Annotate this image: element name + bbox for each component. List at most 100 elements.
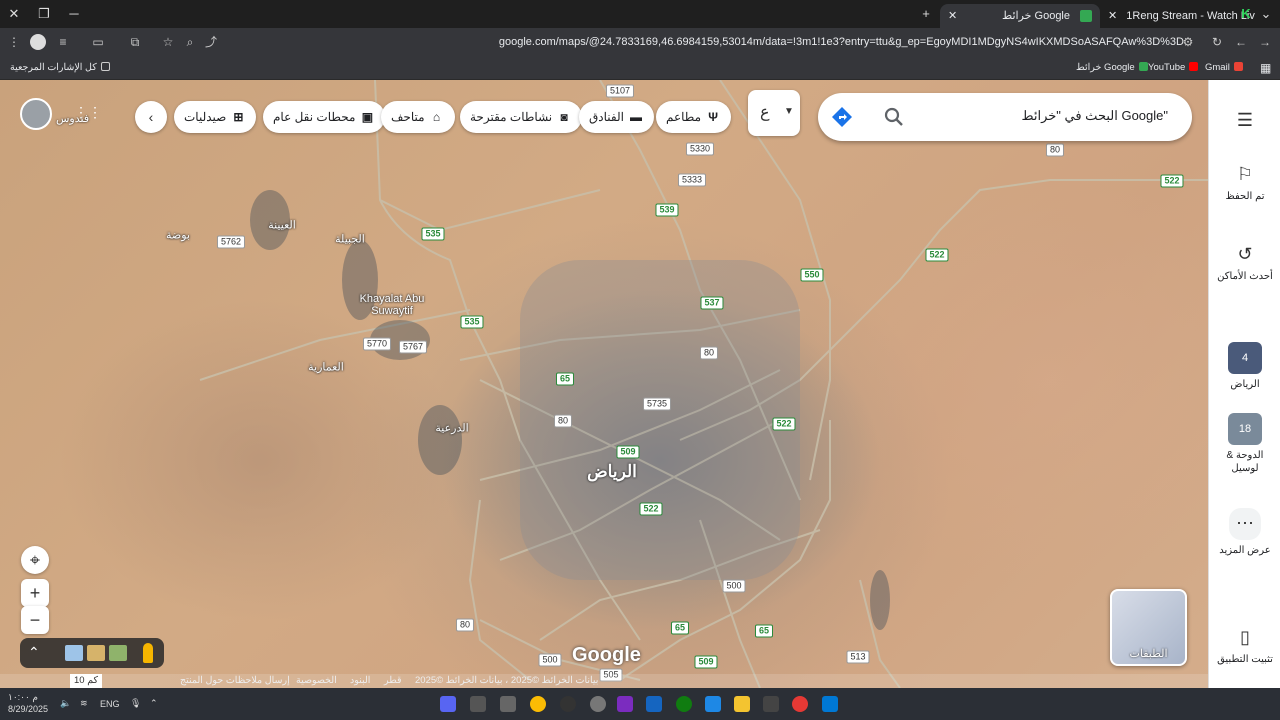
tab-close-icon[interactable]: ✕: [1108, 10, 1117, 22]
language-toggle[interactable]: ع ▼: [748, 90, 800, 136]
app-icon[interactable]: [470, 696, 486, 712]
terrain-layer-thumb[interactable]: [65, 645, 83, 661]
grid-icon[interactable]: ▦: [1260, 60, 1271, 76]
place-bawdah[interactable]: بوضة: [166, 229, 190, 242]
app-icon[interactable]: [646, 696, 662, 712]
menu-kebab-icon[interactable]: ⋮: [6, 34, 22, 50]
pegman-icon[interactable]: [143, 643, 153, 663]
language-indicator[interactable]: ENG: [100, 699, 120, 709]
mic-icon[interactable]: 🎙: [130, 698, 141, 709]
new-tab-icon[interactable]: +: [918, 6, 934, 22]
riyadh-thumb: 4: [1228, 342, 1262, 374]
recent-doha[interactable]: 18 الدوحة & لوسيل: [1209, 413, 1280, 475]
search-box[interactable]: البحث في "خرائط Google": [818, 93, 1192, 141]
start-icon[interactable]: [822, 696, 838, 712]
my-location-button[interactable]: ⌖: [21, 546, 49, 574]
app-icon[interactable]: [763, 696, 779, 712]
place-diriyah[interactable]: الدرعية: [435, 422, 468, 435]
tab-google-maps[interactable]: ✕ خرائط Google: [940, 4, 1100, 28]
chip-restaurants[interactable]: Ψ مطاعم: [656, 101, 732, 133]
all-bookmarks[interactable]: كل الإشارات المرجعية: [10, 60, 114, 76]
menu-button[interactable]: ☰: [1209, 108, 1280, 136]
app-icon[interactable]: [590, 696, 606, 712]
wifi-icon[interactable]: ≋: [80, 698, 88, 709]
recent-button[interactable]: ↺ أحدث الأماكن: [1209, 242, 1280, 283]
back-icon[interactable]: ←: [1233, 34, 1249, 50]
doha-thumb: 18: [1228, 413, 1262, 445]
app-icon[interactable]: [560, 696, 576, 712]
puzzle-icon[interactable]: ⧉: [127, 34, 143, 50]
gmail-icon: [1233, 62, 1243, 71]
directions-icon[interactable]: [830, 105, 854, 129]
scale-bar[interactable]: 10 كم: [70, 674, 103, 688]
satellite-map[interactable]: الرياض Khayalat Abu Suwaytif العيينة الج…: [0, 80, 1208, 688]
extensions-icon[interactable]: ≡: [55, 34, 71, 50]
place-ammariyah[interactable]: العمارية: [308, 361, 344, 374]
search-icon[interactable]: [882, 105, 906, 129]
chip-hotels[interactable]: ▬ الفنادق: [579, 101, 654, 133]
road-shield: 5762: [216, 235, 246, 249]
chip-transit[interactable]: ▣ محطات نقل عام: [263, 101, 386, 133]
minimize-icon[interactable]: ─: [66, 6, 82, 22]
terms-link[interactable]: البنود: [350, 674, 370, 688]
road-shield: 5333: [677, 173, 707, 187]
tab-close-icon[interactable]: ✕: [948, 10, 957, 22]
chips-scroll-arrow[interactable]: ‹: [135, 101, 167, 133]
file-explorer-icon[interactable]: [734, 696, 750, 712]
title-bar: ✕ ❐ ─ + ✕ خرائط Google ✕ 1Reng Stream - …: [0, 0, 1280, 28]
bookmark-label: YouTube: [1148, 62, 1186, 73]
traffic-layer-thumb[interactable]: [87, 645, 105, 661]
app-icon[interactable]: [500, 696, 516, 712]
chip-pharmacies[interactable]: ⊞ صيدليات: [174, 101, 257, 133]
forward-icon[interactable]: →: [1257, 34, 1273, 50]
road-shield: 539: [655, 203, 679, 217]
history-icon: ↺: [1237, 244, 1253, 264]
tab-title: خرائط Google: [1002, 10, 1070, 22]
clock[interactable]: م ١٠:٠٠ 8/29/2025: [8, 691, 48, 715]
layers-button[interactable]: الطبقات: [1110, 589, 1187, 666]
place-riyadh[interactable]: الرياض: [587, 462, 637, 482]
feedback-link[interactable]: إرسال ملاحظات حول المنتج: [180, 674, 290, 688]
xbox-icon[interactable]: [676, 696, 692, 712]
bookmark-maps[interactable]: خرائط Google: [1076, 60, 1152, 76]
road-shield: 500: [538, 653, 562, 667]
place-uyaynah[interactable]: العيينة: [268, 219, 296, 232]
app-icon[interactable]: [705, 696, 721, 712]
search-input[interactable]: البحث في "خرائط Google": [1022, 108, 1168, 124]
reload-icon[interactable]: ↻: [1209, 34, 1225, 50]
discord-icon[interactable]: [440, 696, 456, 712]
place-khayalat-abu-suwaytif[interactable]: Khayalat Abu Suwaytif: [360, 293, 425, 317]
avatar[interactable]: [20, 98, 52, 130]
app-icon[interactable]: [617, 696, 633, 712]
tab-stream[interactable]: ✕ 1Reng Stream - Watch Live on: [1100, 4, 1255, 28]
chrome-icon[interactable]: [530, 696, 546, 712]
site-info-icon[interactable]: ⚙: [1180, 34, 1196, 50]
saved-label: تم الحفظ: [1225, 191, 1265, 202]
bookmark-youtube[interactable]: YouTube: [1148, 60, 1202, 76]
street-layer-thumb[interactable]: [109, 645, 127, 661]
privacy-link[interactable]: الخصوصية: [296, 674, 337, 688]
close-icon[interactable]: ✕: [6, 6, 22, 22]
install-app-button[interactable]: ▯ تثبيت التطبيق: [1209, 625, 1280, 666]
place-jubaylah[interactable]: الجبيلة: [335, 233, 365, 246]
bookmark-gmail[interactable]: Gmail: [1205, 60, 1247, 76]
recent-label: أحدث الأماكن: [1217, 271, 1273, 282]
chevron-up-icon[interactable]: ⌃: [150, 698, 158, 709]
url-bar[interactable]: google.com/maps/@24.7833169,46.6984159,5…: [150, 31, 1212, 53]
restore-icon[interactable]: ❐: [36, 6, 52, 22]
chip-museums[interactable]: ⌂ متاحف: [381, 101, 455, 133]
profile-icon[interactable]: [30, 34, 46, 50]
cast-icon[interactable]: ▭: [90, 34, 106, 50]
expand-up-icon[interactable]: ⌃: [28, 644, 40, 661]
chip-activities[interactable]: ◙ نشاطات مقترحة: [460, 101, 583, 133]
zoom-out-button[interactable]: −: [21, 606, 49, 634]
show-more-button[interactable]: ⋯ عرض المزيد: [1209, 508, 1280, 557]
youtube-icon: [1189, 62, 1199, 71]
tab-list-icon[interactable]: ⌄: [1258, 6, 1274, 22]
volume-icon[interactable]: 🔈: [60, 698, 71, 709]
saved-button[interactable]: ⚐ تم الحفظ: [1209, 162, 1280, 203]
recent-riyadh[interactable]: 4 الرياض: [1209, 342, 1280, 391]
app-icon[interactable]: [792, 696, 808, 712]
zoom-in-button[interactable]: +: [21, 579, 49, 607]
road-shield: 65: [555, 372, 575, 386]
